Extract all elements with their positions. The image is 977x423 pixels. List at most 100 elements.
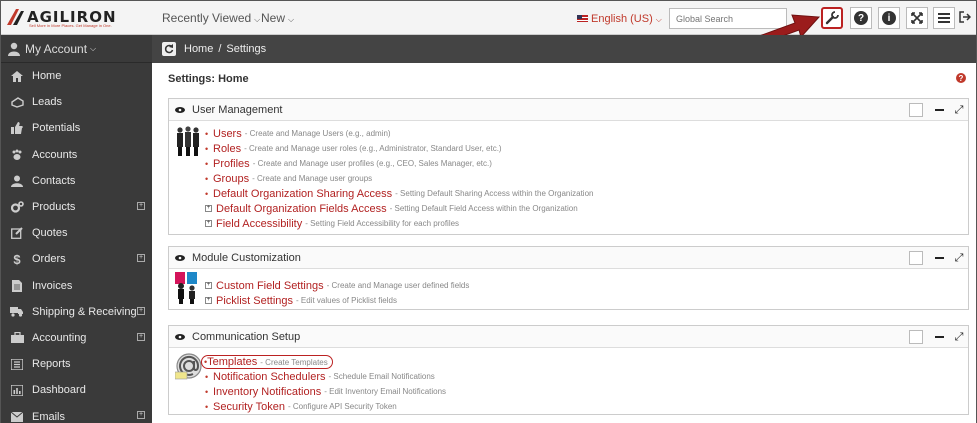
picklist-settings-link[interactable]: Picklist Settings xyxy=(216,295,293,307)
sidebar-item-emails[interactable]: Emails + xyxy=(1,403,152,423)
panel-communication-setup: Communication Setup ⤢ •Templates - Create… xyxy=(168,325,969,415)
default-org-fields-access-link[interactable]: Default Organization Fields Access xyxy=(216,203,387,215)
info-button[interactable]: i xyxy=(878,7,900,29)
security-token-link[interactable]: Security Token xyxy=(213,401,285,413)
panel-minimize-button[interactable] xyxy=(932,251,946,265)
help-question-icon[interactable]: ? xyxy=(956,73,966,83)
sidebar-item-label: Potentials xyxy=(32,122,81,135)
panel-title: Communication Setup xyxy=(192,330,301,343)
row-description: - Configure API Security Token xyxy=(287,402,397,411)
refresh-button[interactable] xyxy=(162,42,176,56)
roles-link[interactable]: Roles xyxy=(213,143,241,155)
sidebar-item-contacts[interactable]: Contacts xyxy=(1,168,152,194)
eye-icon[interactable] xyxy=(175,106,185,113)
sidebar-item-quotes[interactable]: Quotes xyxy=(1,220,152,246)
refresh-icon xyxy=(164,44,174,54)
sidebar-item-shipping-receiving[interactable]: Shipping & Receiving + xyxy=(1,299,152,325)
templates-link[interactable]: Templates xyxy=(207,356,257,368)
list-item: + Default Organization Fields Access - Set… xyxy=(205,201,593,216)
logo[interactable]: AGILIRON Sell More in More Places. Get M… xyxy=(7,7,147,29)
panel-minimize-button[interactable] xyxy=(932,103,946,117)
fullscreen-button[interactable] xyxy=(906,7,928,29)
truck-icon xyxy=(9,306,25,318)
language-label: English (US) xyxy=(591,13,653,25)
logout-icon xyxy=(959,11,972,23)
notification-schedulers-link[interactable]: Notification Schedulers xyxy=(213,371,326,383)
panel-expand-icon[interactable]: ⤢ xyxy=(952,251,966,265)
expand-plus-icon[interactable]: + xyxy=(205,220,212,227)
expand-plus-icon[interactable]: + xyxy=(137,411,145,420)
language-selector[interactable]: English (US) ⌵ xyxy=(577,13,662,25)
bullet-icon: • xyxy=(205,143,209,154)
default-org-sharing-access-link[interactable]: Default Organization Sharing Access xyxy=(213,188,392,200)
dollar-icon: $ xyxy=(13,251,21,267)
help-button[interactable]: ? xyxy=(850,7,872,29)
expand-plus-icon[interactable]: + xyxy=(205,297,212,304)
expand-plus-icon[interactable]: + xyxy=(205,282,212,289)
panel-expand-icon[interactable]: ⤢ xyxy=(952,330,966,344)
sidebar-item-invoices[interactable]: Invoices xyxy=(1,273,152,299)
row-description: - Create and Manage user defined fields xyxy=(326,281,470,290)
bullet-icon: • xyxy=(205,128,209,139)
top-bar: AGILIRON Sell More in More Places. Get M… xyxy=(1,1,976,35)
list-item: • Notification Schedulers - Schedule Email… xyxy=(205,369,446,384)
profiles-link[interactable]: Profiles xyxy=(213,158,250,170)
recently-viewed-menu[interactable]: Recently Viewed ⌵ xyxy=(162,11,260,25)
logo-tagline: Sell More in More Places. Get Manage in … xyxy=(29,23,112,28)
list-item: • Roles - Create and Manage user roles (e.… xyxy=(205,141,593,156)
sidebar-item-reports[interactable]: Reports xyxy=(1,351,152,377)
menu-button[interactable] xyxy=(933,7,955,29)
sidebar-item-label: Home xyxy=(32,70,62,83)
expand-plus-icon[interactable]: + xyxy=(205,205,212,212)
sidebar-item-leads[interactable]: Leads xyxy=(1,89,152,115)
panel-select-checkbox[interactable] xyxy=(909,251,923,265)
new-menu[interactable]: New ⌵ xyxy=(261,11,294,25)
panel-minimize-button[interactable] xyxy=(932,330,946,344)
panel-select-checkbox[interactable] xyxy=(909,103,923,117)
sidebar-item-products[interactable]: Products + xyxy=(1,194,152,220)
list-item: •Templates - Create Templates xyxy=(201,354,446,369)
eye-icon[interactable] xyxy=(175,254,185,261)
expand-plus-icon[interactable]: + xyxy=(137,201,145,210)
logout-button[interactable] xyxy=(959,11,972,26)
sidebar-item-orders[interactable]: $ Orders + xyxy=(1,246,152,272)
panel-expand-icon[interactable]: ⤢ xyxy=(952,103,966,117)
question-icon: ? xyxy=(854,11,868,25)
sidebar-item-label: Leads xyxy=(32,96,62,109)
sidebar-item-label: Shipping & Receiving xyxy=(32,305,137,318)
hamburger-icon xyxy=(938,13,950,23)
users-group-icon xyxy=(177,126,199,156)
settings-wrench-button[interactable] xyxy=(821,7,843,29)
users-link[interactable]: Users xyxy=(213,128,242,140)
my-account-menu[interactable]: My Account ⌵ xyxy=(1,35,152,63)
eye-icon[interactable] xyxy=(175,333,185,340)
breadcrumb: Home / Settings xyxy=(152,35,976,63)
expand-plus-icon[interactable]: + xyxy=(137,254,145,263)
sidebar-item-label: Reports xyxy=(32,358,71,371)
list-item: • Default Organization Sharing Access - Se… xyxy=(205,186,593,201)
sidebar-item-dashboard[interactable]: Dashboard xyxy=(1,377,152,403)
list-item: + Field Accessibility - Setting Field Acce… xyxy=(205,216,593,231)
sidebar-item-accounts[interactable]: Accounts xyxy=(1,142,152,168)
panel-select-checkbox[interactable] xyxy=(909,330,923,344)
row-description: - Create and Manage user profiles (e.g.,… xyxy=(252,159,492,168)
sidebar-item-potentials[interactable]: Potentials xyxy=(1,115,152,141)
chevron-down-icon: ⌵ xyxy=(655,15,662,24)
breadcrumb-current: Settings xyxy=(226,43,267,55)
customization-icon xyxy=(175,272,197,304)
inventory-notifications-link[interactable]: Inventory Notifications xyxy=(213,386,321,398)
breadcrumb-home[interactable]: Home xyxy=(184,43,213,55)
wrench-icon xyxy=(825,11,839,25)
field-accessibility-link[interactable]: Field Accessibility xyxy=(216,218,302,230)
sidebar-item-accounting[interactable]: Accounting + xyxy=(1,325,152,351)
us-flag-icon xyxy=(577,15,588,22)
custom-field-settings-link[interactable]: Custom Field Settings xyxy=(216,280,324,292)
groups-link[interactable]: Groups xyxy=(213,173,249,185)
row-description: - Create and Manage user roles (e.g., Ad… xyxy=(244,144,502,153)
expand-plus-icon[interactable]: + xyxy=(137,332,145,341)
briefcase-icon xyxy=(9,332,25,344)
user-icon xyxy=(9,175,25,187)
sidebar-item-home[interactable]: Home xyxy=(1,63,152,89)
expand-plus-icon[interactable]: + xyxy=(137,306,145,315)
home-icon xyxy=(9,70,25,82)
